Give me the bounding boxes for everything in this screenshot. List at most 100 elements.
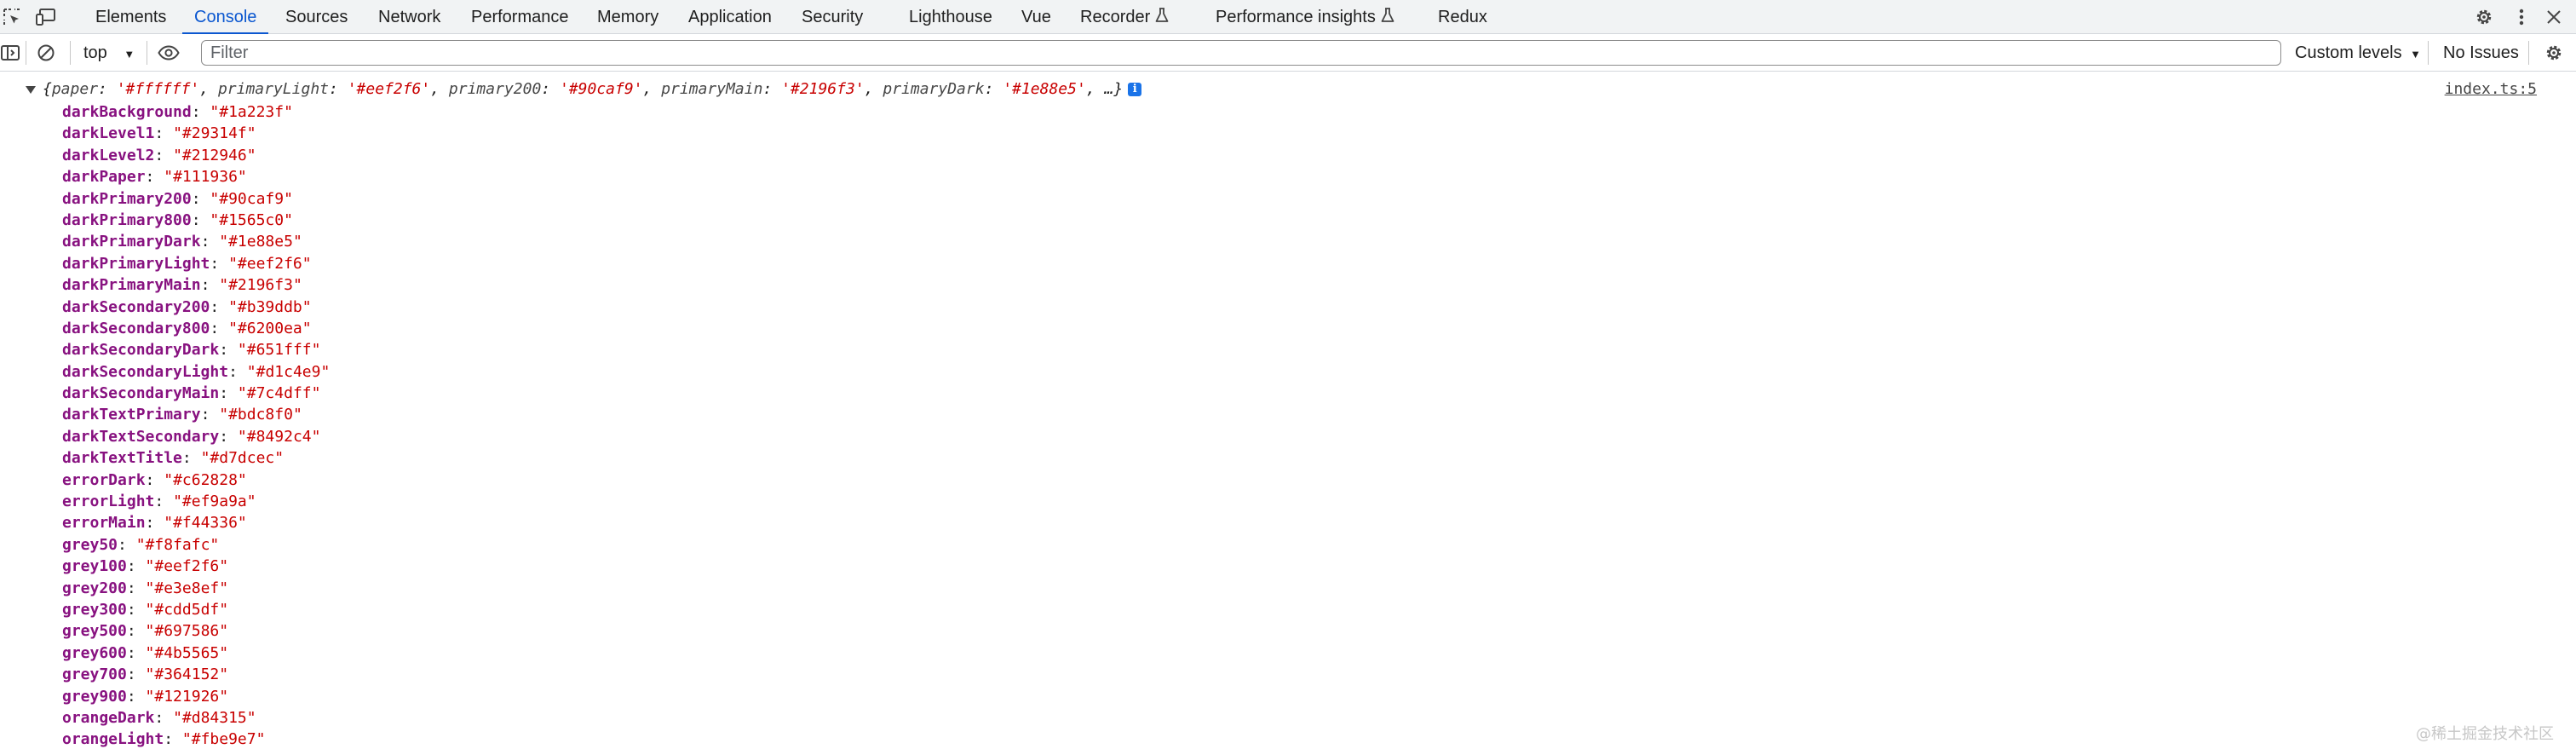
property-row[interactable]: grey500: "#697586": [62, 620, 330, 642]
property-row[interactable]: darkSecondary800: "#6200ea": [62, 318, 330, 339]
property-row[interactable]: errorDark: "#c62828": [62, 470, 330, 491]
eye-icon[interactable]: [157, 41, 181, 65]
chevron-down-icon: ▼: [2410, 48, 2422, 60]
property-key: grey600: [62, 643, 127, 662]
property-key: grey900: [62, 687, 127, 706]
more-vertical-icon[interactable]: [2510, 5, 2533, 29]
close-icon[interactable]: [2542, 5, 2566, 29]
colon-separator: :: [219, 427, 238, 446]
tab-redux[interactable]: Redux: [1438, 0, 1487, 34]
source-link[interactable]: index.ts:5: [2445, 79, 2537, 100]
property-row[interactable]: darkLevel2: "#212946": [62, 145, 330, 166]
tab-vue[interactable]: Vue: [1021, 0, 1051, 34]
tab-elements[interactable]: Elements: [95, 0, 166, 34]
property-row[interactable]: darkSecondary200: "#b39ddb": [62, 297, 330, 318]
property-row[interactable]: darkTextSecondary: "#8492c4": [62, 426, 330, 447]
tab-recorder[interactable]: Recorder: [1080, 0, 1169, 34]
property-row[interactable]: errorMain: "#f44336": [62, 512, 330, 533]
property-row[interactable]: darkTextTitle: "#d7dcec": [62, 447, 330, 469]
property-row[interactable]: darkSecondaryMain: "#7c4dff": [62, 383, 330, 404]
info-icon[interactable]: i: [1128, 83, 1142, 96]
property-row[interactable]: grey600: "#4b5565": [62, 642, 330, 664]
console-output: {paper: '#ffffff', primaryLight: '#eef2f…: [0, 72, 2576, 749]
property-row[interactable]: darkPrimaryDark: "#1e88e5": [62, 231, 330, 252]
property-row[interactable]: darkPrimary200: "#90caf9": [62, 188, 330, 210]
property-value: "#90caf9": [210, 189, 293, 208]
property-key: grey700: [62, 665, 127, 684]
property-key: darkTextPrimary: [62, 406, 201, 424]
property-row[interactable]: darkPrimaryMain: "#2196f3": [62, 274, 330, 296]
colon-separator: :: [200, 276, 220, 295]
toolbar-divider: [70, 41, 71, 65]
colon-separator: :: [219, 341, 238, 360]
gear-icon[interactable]: [2472, 5, 2496, 29]
property-row[interactable]: grey50: "#f8fafc": [62, 534, 330, 556]
property-row[interactable]: orangeDark: "#d84315": [62, 707, 330, 729]
log-levels-dropdown[interactable]: Custom levels ▼: [2295, 34, 2421, 72]
expand-triangle-icon[interactable]: [26, 85, 36, 94]
filter-field[interactable]: [201, 40, 2281, 66]
property-row[interactable]: darkPrimary800: "#1565c0": [62, 210, 330, 231]
property-value: "#6200ea": [228, 319, 312, 337]
tab-network[interactable]: Network: [378, 0, 440, 34]
tab-memory[interactable]: Memory: [597, 0, 658, 34]
object-summary[interactable]: {paper: '#ffffff', primaryLight: '#eef2f…: [26, 79, 1142, 100]
property-row[interactable]: grey900: "#121926": [62, 686, 330, 707]
tab-sources[interactable]: Sources: [285, 0, 348, 34]
property-row[interactable]: grey100: "#eef2f6": [62, 556, 330, 577]
property-key: darkPrimaryMain: [62, 276, 201, 295]
issues-button[interactable]: No Issues: [2443, 34, 2519, 72]
property-key: darkSecondaryMain: [62, 384, 220, 403]
property-value: "#697586": [145, 622, 229, 641]
property-row[interactable]: darkLevel1: "#29314f": [62, 123, 330, 144]
property-row[interactable]: darkSecondaryDark: "#651fff": [62, 339, 330, 360]
property-row[interactable]: orangeLight: "#fbe9e7": [62, 729, 330, 749]
property-row[interactable]: darkPrimaryLight: "#eef2f6": [62, 253, 330, 274]
colon-separator: :: [126, 622, 146, 641]
property-row[interactable]: darkPaper: "#111936": [62, 166, 330, 187]
tab-application[interactable]: Application: [688, 0, 772, 34]
colon-separator: :: [191, 210, 210, 229]
colon-separator: :: [191, 189, 210, 208]
property-row[interactable]: darkSecondaryLight: "#d1c4e9": [62, 361, 330, 383]
property-key: darkSecondaryDark: [62, 341, 220, 360]
tab-console[interactable]: Console: [182, 0, 269, 35]
property-value: "#4b5565": [145, 643, 229, 662]
device-toolbar-icon[interactable]: [34, 5, 58, 29]
property-key: darkPrimary800: [62, 210, 192, 229]
filter-input[interactable]: [202, 41, 2280, 65]
toolbar-divider: [2428, 41, 2429, 65]
colon-separator: :: [164, 730, 182, 749]
property-row[interactable]: errorLight: "#ef9a9a": [62, 491, 330, 512]
tab-security[interactable]: Security: [802, 0, 863, 34]
flask-icon: [1155, 1, 1169, 35]
property-row[interactable]: darkBackground: "#1a223f": [62, 101, 330, 123]
property-key: errorMain: [62, 514, 146, 533]
colon-separator: :: [126, 600, 146, 619]
tab-performance[interactable]: Performance: [471, 0, 569, 34]
property-row[interactable]: grey200: "#e3e8ef": [62, 578, 330, 599]
devtools-tab-bar: Elements Console Sources Network Perform…: [0, 0, 2576, 35]
property-key: grey100: [62, 557, 127, 576]
property-value: "#364152": [145, 665, 229, 684]
colon-separator: :: [126, 665, 146, 684]
clear-console-icon[interactable]: [34, 41, 58, 65]
tab-lighthouse[interactable]: Lighthouse: [909, 0, 992, 34]
colon-separator: :: [145, 470, 164, 489]
property-key: darkPrimary200: [62, 189, 192, 208]
property-row[interactable]: grey700: "#364152": [62, 664, 330, 685]
colon-separator: :: [191, 103, 210, 121]
colon-separator: :: [126, 579, 146, 597]
property-value: "#111936": [164, 168, 247, 187]
tab-performance-insights[interactable]: Performance insights: [1216, 0, 1394, 34]
colon-separator: :: [228, 362, 247, 381]
property-list: darkBackground: "#1a223f" darkLevel1: "#2…: [62, 101, 330, 749]
property-value: "#bdc8f0": [219, 406, 302, 424]
context-selector[interactable]: top ▼: [83, 34, 135, 72]
property-value: "#121926": [145, 687, 229, 706]
property-row[interactable]: grey300: "#cdd5df": [62, 599, 330, 620]
sidebar-toggle-icon[interactable]: [0, 41, 22, 65]
console-settings-gear-icon[interactable]: [2542, 41, 2566, 65]
property-row[interactable]: darkTextPrimary: "#bdc8f0": [62, 404, 330, 425]
inspect-element-icon[interactable]: [0, 5, 24, 29]
